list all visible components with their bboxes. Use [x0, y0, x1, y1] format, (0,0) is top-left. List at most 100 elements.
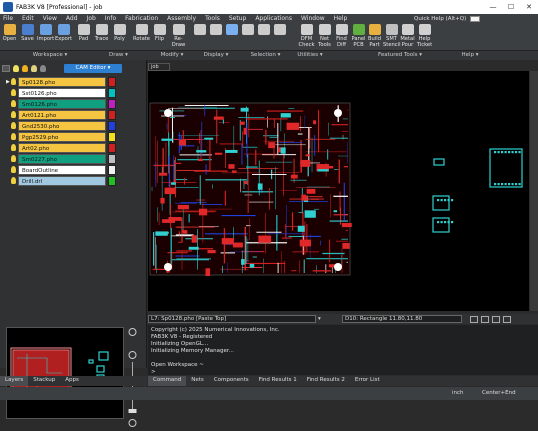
menu-window[interactable]: Window	[301, 15, 325, 22]
find-diff-button[interactable]: Find Diff	[333, 24, 350, 48]
trace-button[interactable]: Trace	[93, 24, 110, 42]
group-draw[interactable]: Draw ▾	[96, 52, 141, 58]
layer-name[interactable]: Art02.pho	[18, 142, 106, 153]
layer-name[interactable]: Sp0128.pho	[18, 76, 106, 87]
layer-dropdown-icon[interactable]: ▾	[318, 316, 326, 322]
layer-select[interactable]: L7: Sp0128.pho [Paste Top]	[148, 315, 316, 323]
layer-name[interactable]: Sm0227.pho	[18, 153, 106, 164]
layer-visibility-icon[interactable]	[11, 111, 16, 118]
metal-pour-button[interactable]: Metal Pour	[399, 24, 416, 48]
layer-color-swatch[interactable]	[108, 98, 116, 109]
menu-view[interactable]: View	[43, 15, 57, 22]
tab-command[interactable]: Command	[148, 376, 187, 386]
zoom-in-button[interactable]	[191, 24, 208, 36]
menu-tools[interactable]: Tools	[205, 15, 220, 22]
layer-row[interactable]: Pgp2529.pho	[6, 131, 121, 142]
layer-name[interactable]: Gnd2530.pho	[18, 120, 106, 131]
layer-name[interactable]: Drill.drl	[18, 175, 106, 186]
bulb-off-icon[interactable]	[40, 65, 46, 72]
menu-assembly[interactable]: Assembly	[167, 15, 196, 22]
layer-name[interactable]: BoardOutline	[18, 164, 106, 175]
layer-row[interactable]: Sst0126.pho	[6, 87, 121, 98]
tab-nets[interactable]: Nets	[186, 376, 209, 386]
group-workspace[interactable]: Workspace ▾	[20, 52, 80, 58]
tab-stackup[interactable]: Stackup	[28, 376, 60, 386]
tab-error-list[interactable]: Error List	[350, 376, 385, 386]
menu-job[interactable]: Job	[87, 15, 96, 22]
menu-info[interactable]: Info	[105, 15, 116, 22]
import-button[interactable]: Import	[37, 24, 54, 42]
minimize-icon[interactable]: —	[484, 3, 502, 11]
layer-row[interactable]: Sm0227.pho	[6, 153, 121, 164]
dfm-check-button[interactable]: DFM Check	[298, 24, 315, 48]
layer-color-swatch[interactable]	[108, 131, 116, 142]
tab-find-results-2[interactable]: Find Results 2	[302, 376, 350, 386]
layer-row[interactable]: ▶ Sp0128.pho	[6, 76, 121, 87]
layer-color-swatch[interactable]	[108, 164, 116, 175]
layer-visibility-icon[interactable]	[11, 133, 16, 140]
layer-visibility-icon[interactable]	[11, 100, 16, 107]
canvas-scrollbar[interactable]	[530, 71, 538, 311]
layer-visibility-icon[interactable]	[11, 89, 16, 96]
cursor-button[interactable]	[255, 24, 272, 36]
open-button[interactable]: Open	[1, 24, 18, 42]
menu-setup[interactable]: Setup	[229, 15, 246, 22]
smt-stencil-button[interactable]: SMT Stencil	[383, 24, 401, 48]
layer-visibility-icon[interactable]	[11, 177, 16, 184]
lock-icon[interactable]	[481, 315, 489, 323]
layer-row[interactable]: Art0121.pho	[6, 109, 121, 120]
save-button[interactable]: Save	[19, 24, 36, 42]
document-tab[interactable]: job	[148, 63, 170, 71]
selection-button[interactable]	[223, 24, 240, 36]
layer-visibility-icon[interactable]	[11, 155, 16, 162]
close-icon[interactable]: ✕	[520, 3, 538, 11]
filter-icon[interactable]	[470, 315, 478, 323]
cam-canvas[interactable]	[148, 71, 529, 311]
dcode-select[interactable]: D10: Rectangle 11.80,11.80	[342, 315, 462, 323]
layer-menu-icon[interactable]	[2, 65, 10, 72]
layer-color-swatch[interactable]	[108, 120, 116, 131]
layer-color-swatch[interactable]	[108, 142, 116, 153]
layer-color-swatch[interactable]	[108, 175, 116, 186]
menu-applications[interactable]: Applications	[255, 15, 292, 22]
zoom-icon[interactable]	[492, 315, 500, 323]
layer-name[interactable]: Art0121.pho	[18, 109, 106, 120]
measure-button[interactable]	[271, 24, 288, 36]
panel-pcb-button[interactable]: Panel PCB	[350, 24, 367, 48]
tab-layers[interactable]: Layers	[0, 376, 29, 386]
bulb-all-icon[interactable]	[31, 65, 37, 72]
settings-icon[interactable]	[503, 315, 511, 323]
rotate-button[interactable]: Rotate	[133, 24, 150, 42]
units-indicator[interactable]: inch	[452, 390, 464, 396]
layer-color-swatch[interactable]	[108, 87, 116, 98]
menu-help[interactable]: Help	[334, 15, 348, 22]
export-button[interactable]: Export	[55, 24, 72, 42]
layer-row[interactable]: Art02.pho	[6, 142, 121, 153]
build-part-button[interactable]: Build Part	[366, 24, 383, 48]
tab-apps[interactable]: Apps	[60, 376, 84, 386]
group-utilities[interactable]: Utilities ▾	[290, 52, 330, 58]
group-help[interactable]: Help ▾	[455, 52, 485, 58]
bulb-highlight-icon[interactable]	[22, 65, 28, 72]
cam-editor-button[interactable]: CAM Editor ▾	[64, 64, 122, 73]
layer-row[interactable]: BoardOutline	[6, 164, 121, 175]
layer-visibility-icon[interactable]	[11, 144, 16, 151]
bulb-on-icon[interactable]	[13, 65, 19, 72]
zoom-out-button[interactable]	[207, 24, 224, 36]
layer-row[interactable]: Gnd2530.pho	[6, 120, 121, 131]
layer-visibility-icon[interactable]	[11, 122, 16, 129]
tab-components[interactable]: Components	[209, 376, 254, 386]
group-selection[interactable]: Selection ▾	[243, 52, 288, 58]
quick-help[interactable]: Quick Help (Alt+Q)	[414, 14, 538, 23]
layer-color-swatch[interactable]	[108, 76, 116, 87]
net-tools-button[interactable]: Net Tools	[316, 24, 333, 48]
layer-visibility-icon[interactable]	[11, 166, 16, 173]
layer-color-swatch[interactable]	[108, 153, 116, 164]
flip-button[interactable]: Flip	[151, 24, 168, 42]
help-ticket-button[interactable]: Help Ticket	[416, 24, 433, 48]
group-featured-tools[interactable]: Featured Tools ▾	[365, 52, 435, 58]
layer-row[interactable]: Drill.drl	[6, 175, 121, 186]
menu-add[interactable]: Add	[66, 15, 78, 22]
layer-visibility-icon[interactable]	[11, 78, 16, 85]
overview-map[interactable]	[6, 327, 124, 419]
